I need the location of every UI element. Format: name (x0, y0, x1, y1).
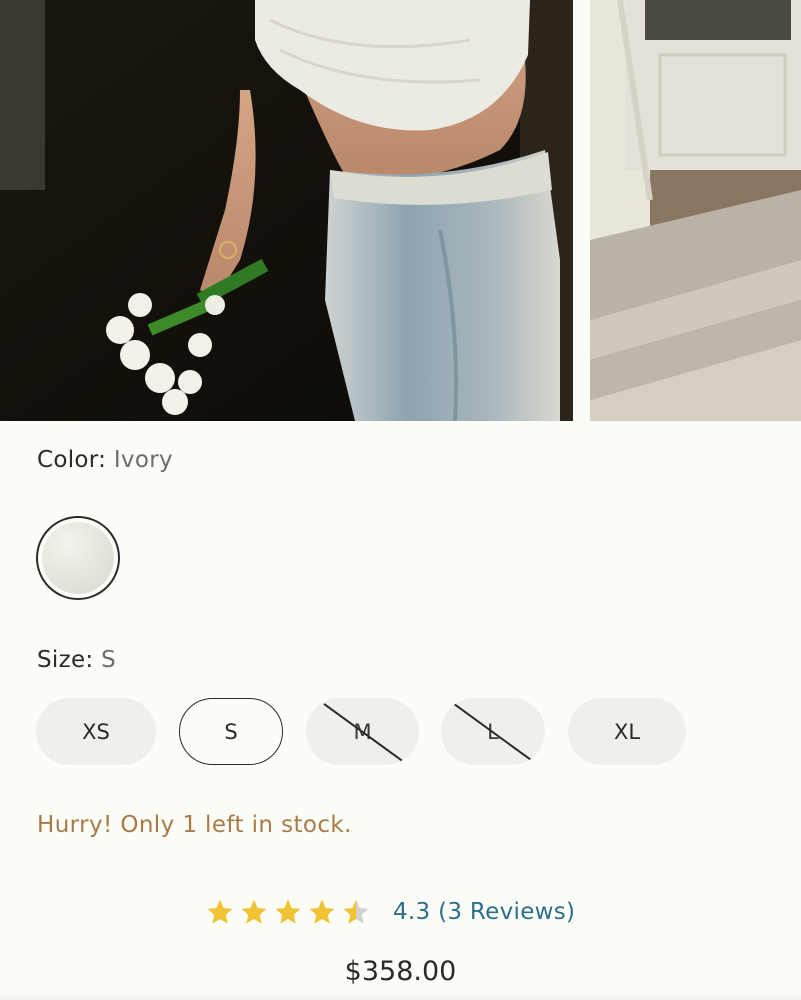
product-rating[interactable]: 4.3 (3 Reviews) (205, 893, 575, 931)
size-option-l[interactable]: L (441, 698, 545, 765)
size-option-label-xl: XL (613, 719, 641, 744)
size-option-xs[interactable]: XS (36, 698, 156, 765)
star-full-icon (309, 899, 335, 924)
color-label-value: Ivory (113, 447, 173, 473)
size-option-s[interactable]: S (179, 698, 283, 765)
rating-stars (205, 897, 371, 927)
size-label-key: Size: (37, 647, 94, 673)
unavailable-strike-icon (323, 702, 402, 761)
product-image-secondary[interactable] (590, 0, 801, 421)
size-option-m[interactable]: M (306, 698, 419, 765)
size-option-xl[interactable]: XL (568, 698, 686, 765)
unavailable-strike-icon (453, 702, 533, 761)
color-swatch-ivory-fill (42, 522, 114, 594)
star-half-icon (343, 899, 369, 924)
size-option-label: Size: S (37, 647, 116, 673)
product-image-main[interactable] (0, 0, 573, 421)
bottom-bar-edge (0, 992, 801, 1000)
color-option-label: Color: Ivory (37, 447, 173, 473)
star-full-icon (241, 899, 267, 924)
color-swatch-ivory[interactable] (36, 516, 120, 600)
rating-reviews-link[interactable]: 4.3 (3 Reviews) (393, 899, 575, 925)
product-image-gallery[interactable] (0, 0, 801, 421)
color-label-key: Color: (37, 447, 107, 473)
low-stock-message: Hurry! Only 1 left in stock. (37, 812, 352, 838)
size-label-value: S (101, 647, 116, 673)
product-price: $358.00 (344, 956, 457, 987)
size-option-label-xs: XS (82, 719, 110, 744)
star-full-icon (207, 899, 233, 924)
size-option-label-s: S (224, 719, 238, 744)
star-full-icon (275, 899, 301, 924)
